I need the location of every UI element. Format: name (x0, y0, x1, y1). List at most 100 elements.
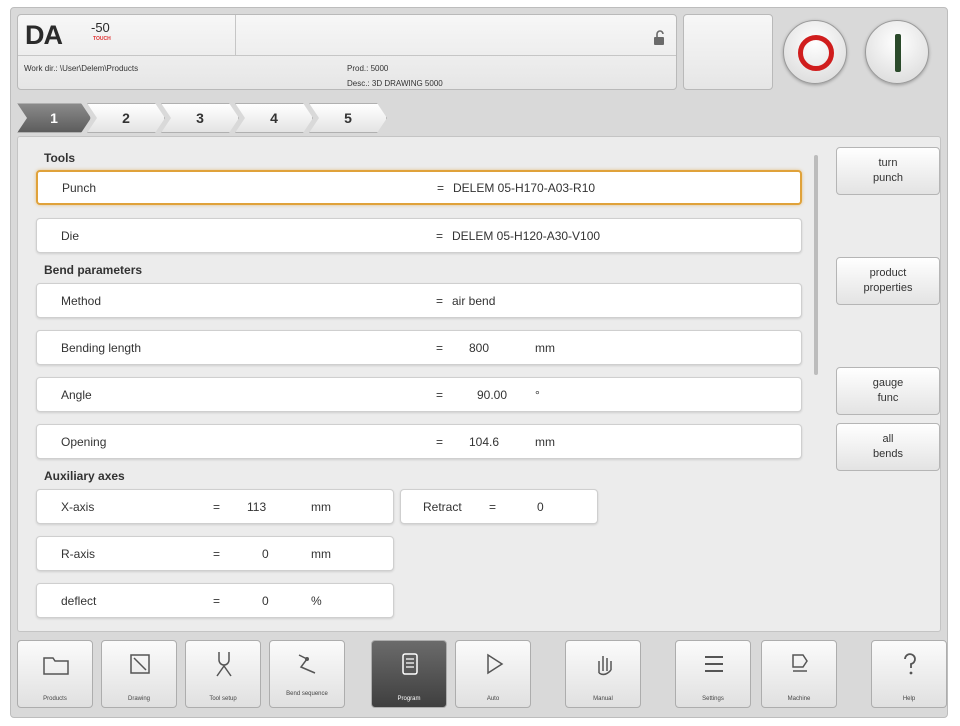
tab-2[interactable]: 2 (87, 103, 165, 133)
angle-label: Angle (61, 387, 92, 402)
tab-5[interactable]: 5 (309, 103, 387, 133)
logo: DA (25, 20, 63, 50)
opening-unit: mm (535, 434, 555, 449)
punch-value: DELEM 05-H170-A03-R10 (453, 180, 596, 195)
machine-icon (792, 654, 808, 672)
bottom-toolbar: Products Drawing Tool setup Bend sequenc… (17, 638, 947, 712)
x-axis-row[interactable]: X-axis = 113 mm (36, 489, 394, 524)
punch-row[interactable]: Punch = DELEM 05-H170-A03-R10 (36, 170, 802, 205)
r-axis-row[interactable]: R-axis = 0 mm (36, 536, 394, 571)
work-dir: Work dir.: \User\Delem\Products (24, 64, 139, 73)
folder-icon (43, 657, 69, 675)
retract-value: 0 (537, 499, 544, 514)
start-icon (895, 34, 901, 72)
program-label: Program (397, 696, 421, 702)
manual-button[interactable]: Manual (565, 640, 641, 708)
r-axis-unit: mm (311, 546, 331, 561)
bend-sequence-icon (298, 654, 316, 674)
die-label: Die (61, 228, 80, 243)
manual-label: Manual (593, 696, 613, 702)
header-vertical-divider (235, 15, 236, 55)
header-info-panel: DA -50 TOUCH Work dir.: \User\Delem\Prod… (17, 14, 677, 90)
deflect-label: deflect (61, 593, 97, 608)
angle-eq: = (436, 387, 444, 402)
program-icon (402, 653, 418, 675)
deflect-value: 0 (262, 593, 269, 608)
bending-length-eq: = (436, 340, 444, 355)
auto-button[interactable]: Auto (455, 640, 531, 708)
bending-length-label: Bending length (61, 340, 142, 355)
retract-label: Retract (423, 499, 462, 514)
all-bends-button[interactable]: all bends (836, 423, 940, 471)
auto-label: Auto (486, 696, 500, 702)
product-properties-button[interactable]: product properties (836, 257, 940, 305)
opening-row[interactable]: Opening = 104.6 mm (36, 424, 802, 459)
pencil-icon (130, 654, 150, 674)
retract-row[interactable]: Retract = 0 (400, 489, 598, 524)
section-title-bend-parameters: Bend parameters (44, 263, 143, 277)
tab-3[interactable]: 3 (161, 103, 239, 133)
method-row[interactable]: Method = air bend (36, 283, 802, 318)
play-icon (487, 653, 504, 675)
r-axis-value: 0 (262, 546, 269, 561)
product-description: Desc.: 3D DRAWING 5000 (347, 79, 443, 88)
drawing-button[interactable]: Drawing (101, 640, 177, 708)
start-button[interactable] (865, 20, 929, 84)
settings-button[interactable]: Settings (675, 640, 751, 708)
section-title-tools: Tools (44, 151, 76, 165)
hand-icon (598, 656, 612, 676)
tool-setup-icon (216, 652, 232, 677)
opening-eq: = (436, 434, 444, 449)
help-label: Help (902, 696, 916, 702)
deflect-eq: = (213, 593, 221, 608)
angle-value: 90.00 (477, 387, 508, 402)
tab-1[interactable]: 1 (17, 103, 91, 133)
die-row[interactable]: Die = DELEM 05-H120-A30-V100 (36, 218, 802, 253)
retract-eq: = (489, 499, 497, 514)
app-window: DA -50 TOUCH Work dir.: \User\Delem\Prod… (10, 7, 948, 718)
tab-4[interactable]: 4 (235, 103, 313, 133)
drawing-label: Drawing (127, 696, 150, 702)
help-icon (904, 653, 916, 675)
settings-label: Settings (702, 696, 724, 702)
section-title-auxiliary-axes: Auxiliary axes (44, 469, 125, 483)
lock-icon[interactable] (653, 30, 667, 46)
angle-row[interactable]: Angle = 90.00 ° (36, 377, 802, 412)
deflect-row[interactable]: deflect = 0 % (36, 583, 394, 618)
gauge-func-button[interactable]: gauge func (836, 367, 940, 415)
x-axis-label: X-axis (61, 499, 95, 514)
die-eq: = (436, 228, 444, 243)
tool-setup-button[interactable]: Tool setup (185, 640, 261, 708)
scrollbar[interactable] (814, 155, 818, 375)
punch-eq: = (437, 180, 445, 195)
machine-button[interactable]: Machine (761, 640, 837, 708)
products-label: Products (43, 696, 67, 702)
method-value: air bend (452, 293, 496, 308)
stop-button[interactable] (783, 20, 847, 84)
r-axis-label: R-axis (61, 546, 96, 561)
stop-icon (798, 35, 834, 71)
deflect-unit: % (311, 593, 322, 608)
header-divider (18, 55, 676, 56)
turn-punch-button[interactable]: turn punch (836, 147, 940, 195)
logo-sub: TOUCH (93, 36, 111, 42)
bending-length-unit: mm (535, 340, 555, 355)
angle-unit: ° (535, 387, 540, 402)
x-axis-value: 113 (247, 499, 267, 514)
products-button[interactable]: Products (17, 640, 93, 708)
die-value: DELEM 05-H120-A30-V100 (452, 228, 601, 243)
bend-sequence-button[interactable]: Bend sequence (269, 640, 345, 708)
logo-model: -50 (91, 20, 110, 35)
help-button[interactable]: Help (871, 640, 947, 708)
method-eq: = (436, 293, 444, 308)
opening-label: Opening (61, 434, 107, 449)
main-panel: Tools Punch = DELEM 05-H170-A03-R10 Die … (17, 136, 941, 632)
bending-length-value: 800 (469, 340, 490, 355)
punch-label: Punch (62, 180, 97, 195)
bending-length-row[interactable]: Bending length = 800 mm (36, 330, 802, 365)
x-axis-unit: mm (311, 499, 331, 514)
machine-label: Machine (787, 696, 811, 702)
method-label: Method (61, 293, 102, 308)
opening-value: 104.6 (469, 434, 500, 449)
program-button[interactable]: Program (371, 640, 447, 708)
